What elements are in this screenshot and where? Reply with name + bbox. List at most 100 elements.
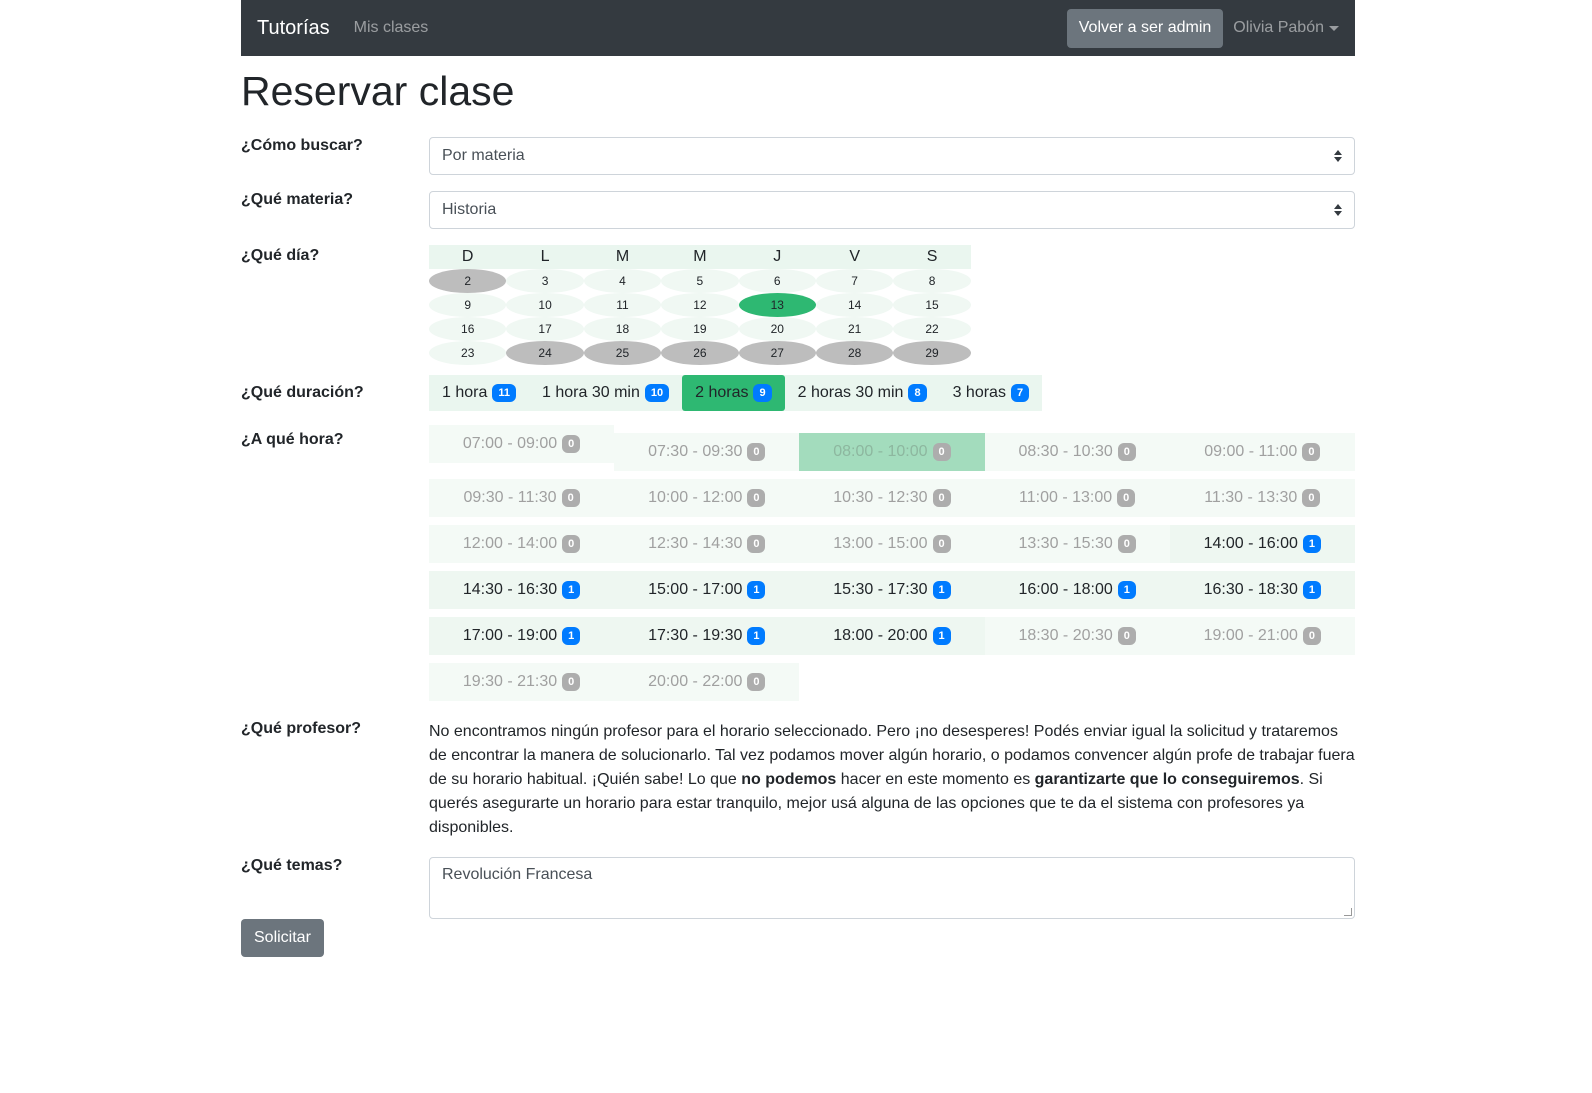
time-slot[interactable]: 20:00 - 22:00 0 bbox=[614, 663, 800, 701]
count-badge: 11 bbox=[492, 384, 517, 402]
calendar-day[interactable]: 23 bbox=[429, 341, 507, 365]
time-slot[interactable]: 11:30 - 13:30 0 bbox=[1169, 479, 1355, 517]
time-slot[interactable]: 14:30 - 16:30 1 bbox=[429, 571, 615, 609]
time-slot[interactable]: 16:30 - 18:30 1 bbox=[1169, 571, 1355, 609]
duration-option[interactable]: 3 horas 7 bbox=[940, 375, 1043, 411]
calendar-day[interactable]: 20 bbox=[738, 317, 816, 341]
time-slot-label: 08:00 - 10:00 bbox=[833, 443, 928, 460]
duration-option[interactable]: 1 hora 30 min 10 bbox=[529, 375, 682, 411]
label-que-duracion: ¿Qué duración? bbox=[241, 384, 364, 401]
time-slot[interactable]: 09:00 - 11:00 0 bbox=[1169, 433, 1355, 471]
time-slot[interactable]: 10:30 - 12:30 0 bbox=[799, 479, 985, 517]
weekday-header: M bbox=[661, 245, 739, 269]
count-badge: 1 bbox=[562, 581, 581, 599]
calendar-day: 27 bbox=[738, 341, 816, 365]
time-slot[interactable]: 08:30 - 10:30 0 bbox=[984, 433, 1170, 471]
garantia-bold: garantizarte que lo conseguiremos bbox=[1034, 771, 1300, 788]
time-slot[interactable]: 07:30 - 09:30 0 bbox=[614, 433, 800, 471]
calendar-day[interactable]: 22 bbox=[893, 317, 971, 341]
time-slot[interactable]: 08:00 - 10:00 0 bbox=[799, 433, 985, 471]
count-badge: 0 bbox=[932, 489, 951, 507]
time-slot[interactable]: 11:00 - 13:00 0 bbox=[984, 479, 1170, 517]
top-navbar: Tutorías Mis clases Volver a ser admin O… bbox=[241, 0, 1355, 56]
count-badge: 1 bbox=[562, 627, 581, 645]
time-slot-label: 15:00 - 17:00 bbox=[648, 581, 743, 598]
solicitar-button[interactable]: Solicitar bbox=[241, 919, 324, 957]
calendar-day[interactable]: 18 bbox=[583, 317, 662, 341]
calendar-day[interactable]: 10 bbox=[506, 293, 584, 317]
time-slot[interactable]: 19:00 - 21:00 0 bbox=[1169, 617, 1355, 655]
time-slot-label: 18:30 - 20:30 bbox=[1018, 627, 1113, 644]
time-slot[interactable]: 18:00 - 20:00 1 bbox=[799, 617, 985, 655]
duration-label: 3 horas bbox=[952, 384, 1006, 401]
time-slot[interactable]: 18:30 - 20:30 0 bbox=[984, 617, 1170, 655]
search-mode-select[interactable]: Por materia bbox=[429, 137, 1355, 175]
calendar-day[interactable]: 16 bbox=[429, 317, 507, 341]
nav-mis-clases[interactable]: Mis clases bbox=[354, 19, 429, 37]
calendar-day[interactable]: 7 bbox=[815, 269, 894, 293]
count-badge: 0 bbox=[747, 443, 766, 461]
count-badge: 0 bbox=[1302, 489, 1321, 507]
topics-value: Revolución Francesa bbox=[442, 866, 593, 883]
count-badge: 0 bbox=[1117, 489, 1136, 507]
time-slot[interactable]: 17:30 - 19:30 1 bbox=[614, 617, 800, 655]
count-badge: 0 bbox=[562, 435, 581, 453]
duration-group: 1 hora 11 1 hora 30 min 10 2 horas 9 2 horas 3… bbox=[429, 375, 1043, 411]
time-slot[interactable]: 12:30 - 14:30 0 bbox=[614, 525, 800, 563]
topics-textarea[interactable]: Revolución Francesa bbox=[429, 857, 1355, 919]
time-slot[interactable]: 16:00 - 18:00 1 bbox=[984, 571, 1170, 609]
count-badge: 1 bbox=[1302, 535, 1322, 553]
calendar-day[interactable]: 8 bbox=[893, 269, 971, 293]
duration-option[interactable]: 2 horas 9 bbox=[682, 375, 785, 411]
time-slot-label: 16:00 - 18:00 bbox=[1018, 581, 1113, 598]
time-slot[interactable]: 10:00 - 12:00 0 bbox=[614, 479, 800, 517]
weekday-header: V bbox=[815, 245, 894, 269]
subject-select[interactable]: Historia bbox=[429, 191, 1355, 229]
time-slot[interactable]: 19:30 - 21:30 0 bbox=[429, 663, 615, 701]
time-slot[interactable]: 07:00 - 09:00 0 bbox=[429, 425, 615, 463]
duration-option[interactable]: 1 hora 11 bbox=[429, 375, 529, 411]
time-slot[interactable]: 13:30 - 15:30 0 bbox=[984, 525, 1170, 563]
no-podemos-bold: no podemos bbox=[741, 771, 837, 788]
calendar-day[interactable]: 12 bbox=[661, 293, 739, 317]
calendar-day[interactable]: 21 bbox=[815, 317, 894, 341]
back-to-admin-button[interactable]: Volver a ser admin bbox=[1066, 8, 1224, 48]
calendar-day[interactable]: 11 bbox=[583, 293, 662, 317]
calendar-day[interactable]: 17 bbox=[506, 317, 584, 341]
calendar-day[interactable]: 13 bbox=[738, 293, 816, 317]
time-slot[interactable]: 15:30 - 17:30 1 bbox=[799, 571, 985, 609]
brand-link[interactable]: Tutorías bbox=[257, 17, 330, 40]
time-slot[interactable]: 15:00 - 17:00 1 bbox=[614, 571, 800, 609]
time-slot-label: 13:30 - 15:30 bbox=[1018, 535, 1113, 552]
time-slot[interactable]: 12:00 - 14:00 0 bbox=[429, 525, 615, 563]
time-slot-label: 17:30 - 19:30 bbox=[648, 627, 743, 644]
calendar-weekdays: DLMMJVS bbox=[429, 245, 971, 269]
time-slot-row: 12:00 - 14:00 0 12:30 - 14:30 0 13:00 - 15:0… bbox=[429, 525, 1355, 571]
calendar-day[interactable]: 6 bbox=[738, 269, 816, 293]
calendar-day[interactable]: 9 bbox=[429, 293, 507, 317]
calendar-day: 2 bbox=[429, 269, 507, 293]
time-slot-grid: 07:00 - 09:00 0 07:30 - 09:30 0 08:00 - 10:0… bbox=[429, 425, 1355, 709]
calendar-day[interactable]: 19 bbox=[661, 317, 739, 341]
calendar-day[interactable]: 4 bbox=[583, 269, 662, 293]
time-slot[interactable]: 17:00 - 19:00 1 bbox=[429, 617, 615, 655]
calendar-day[interactable]: 5 bbox=[661, 269, 739, 293]
label-que-materia: ¿Qué materia? bbox=[241, 191, 354, 208]
time-slot[interactable]: 09:30 - 11:30 0 bbox=[429, 479, 615, 517]
time-slot-label: 15:30 - 17:30 bbox=[833, 581, 928, 598]
calendar-day[interactable]: 3 bbox=[506, 269, 584, 293]
label-que-dia: ¿Qué día? bbox=[241, 247, 320, 264]
time-slot[interactable]: 14:00 - 16:00 1 bbox=[1169, 525, 1355, 563]
count-badge: 1 bbox=[1302, 581, 1322, 599]
search-mode-value: Por materia bbox=[442, 147, 525, 164]
calendar-day: 26 bbox=[661, 341, 739, 365]
user-dropdown[interactable]: Olivia Pabón bbox=[1233, 19, 1339, 37]
time-slot[interactable]: 13:00 - 15:00 0 bbox=[799, 525, 985, 563]
duration-label: 1 hora 30 min bbox=[542, 384, 640, 401]
count-badge: 8 bbox=[908, 384, 927, 402]
calendar-day[interactable]: 14 bbox=[815, 293, 894, 317]
count-badge: 0 bbox=[1117, 627, 1136, 645]
calendar-day[interactable]: 15 bbox=[893, 293, 971, 317]
resize-handle-icon[interactable] bbox=[1344, 908, 1352, 916]
duration-option[interactable]: 2 horas 30 min 8 bbox=[785, 375, 940, 411]
